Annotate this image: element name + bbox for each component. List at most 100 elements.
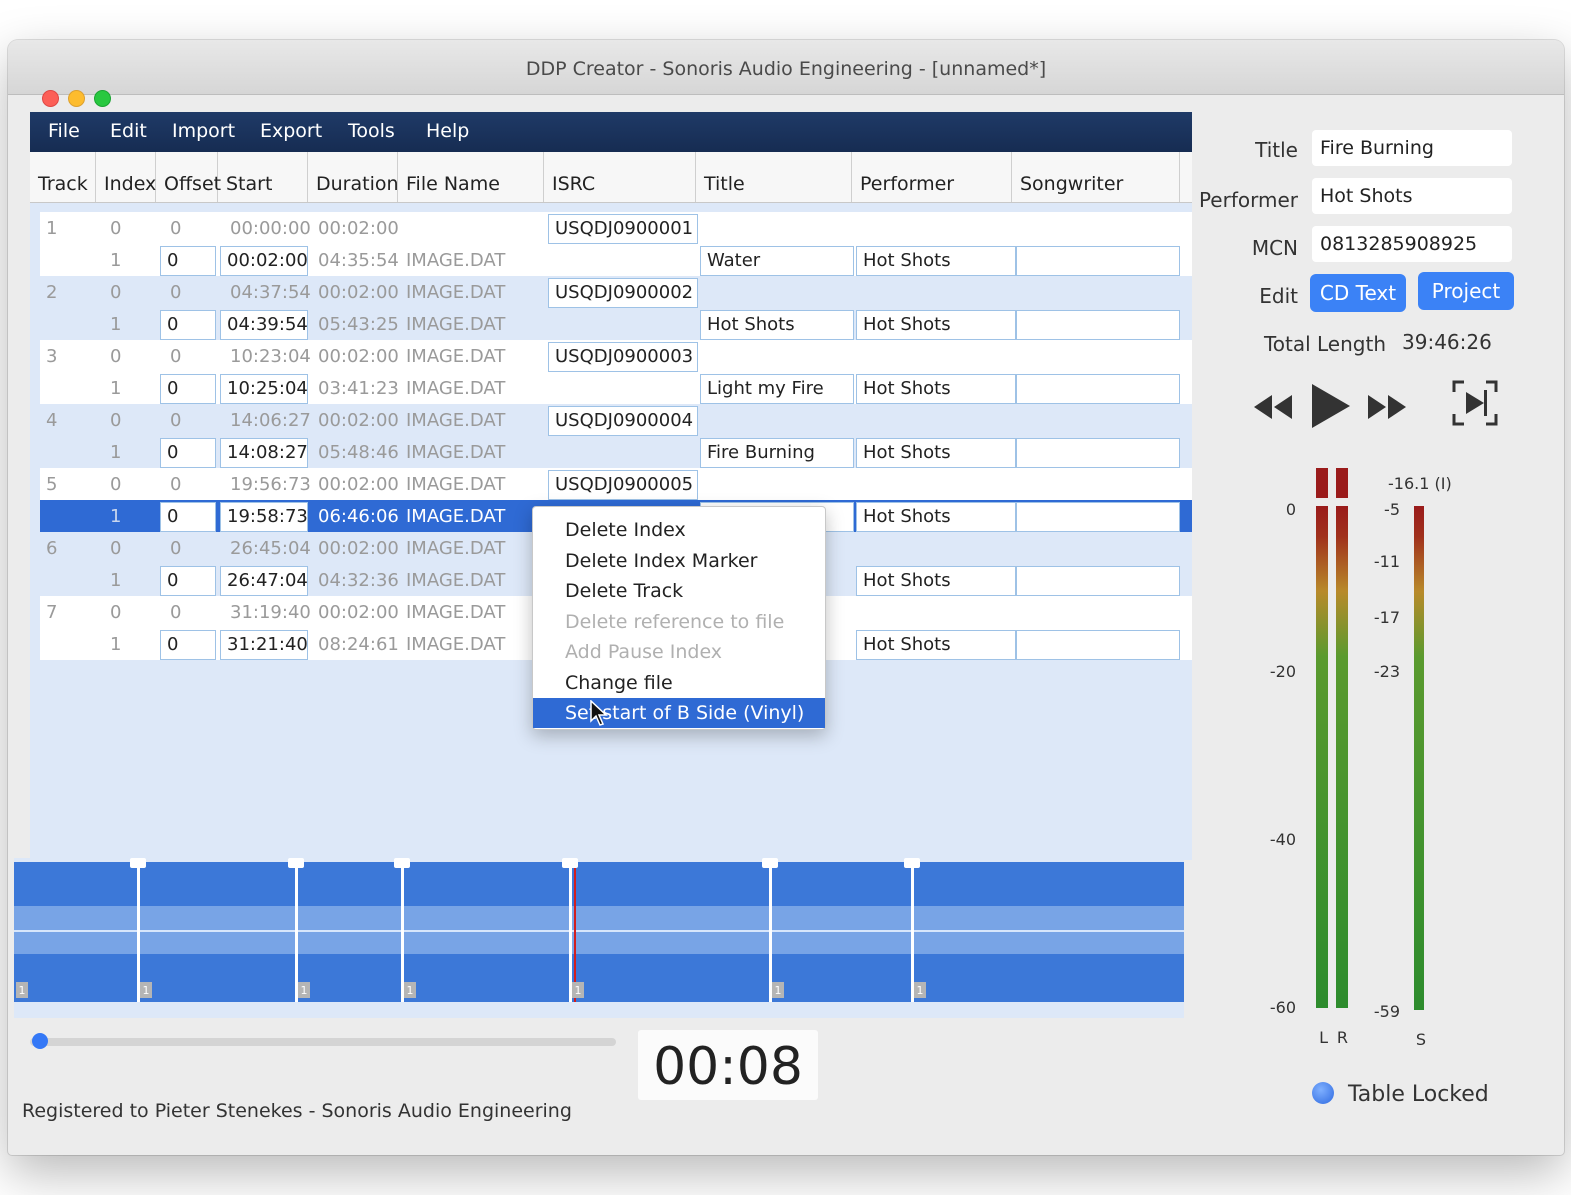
- start-field[interactable]: 19:58:73: [220, 502, 308, 532]
- track-boundary[interactable]: [769, 862, 772, 1002]
- column-header-index[interactable]: Index: [96, 152, 156, 202]
- title-cell-field[interactable]: Fire Burning: [700, 438, 854, 468]
- column-header-title[interactable]: Title: [696, 152, 852, 202]
- track-waveform-segment[interactable]: [770, 862, 912, 1002]
- start-field[interactable]: 00:02:00: [220, 246, 308, 276]
- performer-field[interactable]: Hot Shots: [1312, 178, 1512, 214]
- column-header-isrc[interactable]: ISRC: [544, 152, 696, 202]
- track-boundary[interactable]: [295, 862, 298, 1002]
- context-menu-item[interactable]: Change file: [533, 668, 825, 698]
- offset-field[interactable]: 0: [160, 438, 216, 468]
- context-menu-item[interactable]: Delete Index Marker: [533, 546, 825, 576]
- offset-field[interactable]: 0: [160, 246, 216, 276]
- isrc-field[interactable]: USQDJ0900001: [548, 214, 698, 244]
- track-boundary[interactable]: [401, 862, 404, 1002]
- menu-file[interactable]: File: [48, 120, 80, 142]
- mcn-field[interactable]: 0813285908925: [1312, 226, 1512, 262]
- close-window-button[interactable]: [42, 90, 59, 107]
- track-boundary-handle[interactable]: [904, 858, 920, 868]
- songwriter-cell-field[interactable]: [1016, 630, 1180, 660]
- project-button[interactable]: Project: [1418, 272, 1514, 310]
- track-waveform-segment[interactable]: [402, 862, 570, 1002]
- performer-cell-field[interactable]: Hot Shots: [856, 438, 1016, 468]
- track-boundary[interactable]: [137, 862, 140, 1002]
- minimize-window-button[interactable]: [68, 90, 85, 107]
- column-header-start[interactable]: Start: [218, 152, 308, 202]
- rewind-icon[interactable]: [1252, 392, 1294, 422]
- offset-field[interactable]: 0: [160, 374, 216, 404]
- play-icon[interactable]: [1308, 382, 1352, 430]
- zoom-window-button[interactable]: [94, 90, 111, 107]
- context-menu-item[interactable]: Delete Track: [533, 576, 825, 606]
- songwriter-cell-field[interactable]: [1016, 374, 1180, 404]
- track-boundary-handle[interactable]: [562, 858, 578, 868]
- isrc-field[interactable]: USQDJ0900004: [548, 406, 698, 436]
- songwriter-cell-field[interactable]: [1016, 566, 1180, 596]
- index-marker-flag[interactable]: 1: [772, 982, 784, 998]
- track-waveform-segment[interactable]: [912, 862, 1184, 1002]
- track-boundary-handle[interactable]: [288, 858, 304, 868]
- column-header-offset[interactable]: Offset: [156, 152, 221, 202]
- offset-field[interactable]: 0: [160, 502, 216, 532]
- title-cell-field[interactable]: Hot Shots: [700, 310, 854, 340]
- index-marker-flag[interactable]: 1: [572, 982, 584, 998]
- performer-cell-field[interactable]: Hot Shots: [856, 374, 1016, 404]
- offset-field[interactable]: 0: [160, 630, 216, 660]
- index-marker-flag[interactable]: 1: [298, 982, 310, 998]
- index-marker-flag[interactable]: 1: [16, 982, 28, 998]
- title-cell-field[interactable]: Water: [700, 246, 854, 276]
- performer-cell-field[interactable]: Hot Shots: [856, 502, 1016, 532]
- track-waveform-segment[interactable]: [296, 862, 402, 1002]
- track-boundary-handle[interactable]: [130, 858, 146, 868]
- waveform-view[interactable]: 1 1 1 1 1 1 1: [14, 858, 1184, 1018]
- fast-forward-icon[interactable]: [1366, 392, 1408, 422]
- isrc-field[interactable]: USQDJ0900005: [548, 470, 698, 500]
- context-menu-item[interactable]: Set start of B Side (Vinyl): [533, 698, 825, 728]
- performer-cell-field[interactable]: Hot Shots: [856, 310, 1016, 340]
- cd-text-button[interactable]: CD Text: [1310, 274, 1406, 312]
- menu-tools[interactable]: Tools: [348, 120, 395, 142]
- start-field[interactable]: 04:39:54: [220, 310, 308, 340]
- column-header-performer[interactable]: Performer: [852, 152, 1012, 202]
- menu-help[interactable]: Help: [426, 120, 469, 142]
- playhead[interactable]: [574, 862, 576, 1002]
- songwriter-cell-field[interactable]: [1016, 438, 1180, 468]
- start-field[interactable]: 10:25:04: [220, 374, 308, 404]
- column-header-duration[interactable]: Duration: [308, 152, 399, 202]
- menu-export[interactable]: Export: [260, 120, 322, 142]
- track-waveform-segment[interactable]: [138, 862, 296, 1002]
- index-marker-flag[interactable]: 1: [404, 982, 416, 998]
- start-field[interactable]: 14:08:27: [220, 438, 308, 468]
- isrc-field[interactable]: USQDJ0900002: [548, 278, 698, 308]
- track-boundary-handle[interactable]: [762, 858, 778, 868]
- track-boundary-handle[interactable]: [394, 858, 410, 868]
- offset-field[interactable]: 0: [160, 566, 216, 596]
- context-menu-item[interactable]: Delete Index: [533, 515, 825, 545]
- track-boundary[interactable]: [569, 862, 572, 1002]
- position-slider[interactable]: [30, 1038, 616, 1046]
- index-marker-flag[interactable]: 1: [140, 982, 152, 998]
- start-field[interactable]: 26:47:04: [220, 566, 308, 596]
- position-slider-thumb[interactable]: [32, 1033, 48, 1049]
- songwriter-cell-field[interactable]: [1016, 310, 1180, 340]
- track-waveform-segment[interactable]: [570, 862, 770, 1002]
- songwriter-cell-field[interactable]: [1016, 502, 1180, 532]
- marker-insert-icon[interactable]: [1452, 380, 1498, 426]
- track-waveform-segment[interactable]: [14, 862, 138, 1002]
- title-field[interactable]: Fire Burning: [1312, 130, 1512, 166]
- menu-import[interactable]: Import: [172, 120, 235, 142]
- performer-cell-field[interactable]: Hot Shots: [856, 566, 1016, 596]
- table-locked-toggle[interactable]: [1312, 1082, 1334, 1104]
- column-header-track[interactable]: Track: [30, 152, 96, 202]
- track-boundary[interactable]: [911, 862, 914, 1002]
- songwriter-cell-field[interactable]: [1016, 246, 1180, 276]
- offset-field[interactable]: 0: [160, 310, 216, 340]
- column-header-file-name[interactable]: File Name: [398, 152, 544, 202]
- start-field[interactable]: 31:21:40: [220, 630, 308, 660]
- performer-cell-field[interactable]: Hot Shots: [856, 246, 1016, 276]
- column-header-songwriter[interactable]: Songwriter: [1012, 152, 1180, 202]
- performer-cell-field[interactable]: Hot Shots: [856, 630, 1016, 660]
- menu-edit[interactable]: Edit: [110, 120, 147, 142]
- index-marker-flag[interactable]: 1: [914, 982, 926, 998]
- title-cell-field[interactable]: Light my Fire: [700, 374, 854, 404]
